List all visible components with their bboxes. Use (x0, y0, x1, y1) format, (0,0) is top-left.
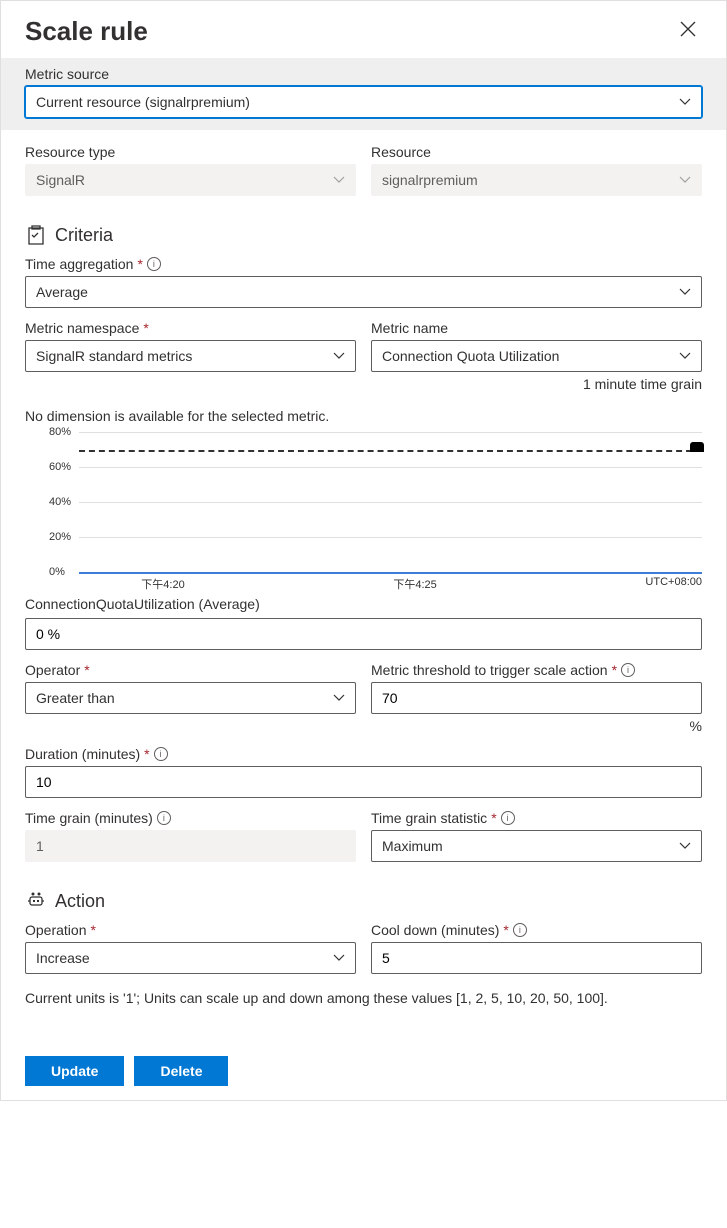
threshold-unit: % (371, 718, 702, 734)
action-heading: Action (25, 890, 702, 912)
no-dimension-message: No dimension is available for the select… (25, 408, 702, 424)
info-icon[interactable]: i (513, 923, 527, 937)
resource-type-select: SignalR (25, 164, 356, 196)
cooldown-input[interactable] (371, 942, 702, 974)
metric-source-select[interactable]: Current resource (signalrpremium) (25, 86, 702, 118)
chart-caption: ConnectionQuotaUtilization (Average) (25, 596, 702, 612)
timegrain-stat-label: Time grain statistic* i (371, 810, 702, 826)
timegrain-stat-select[interactable]: Maximum (371, 830, 702, 862)
timegrain-input (25, 830, 356, 862)
chart-current-value[interactable] (25, 618, 702, 650)
chevron-down-icon (679, 840, 691, 852)
metric-namespace-value: SignalR standard metrics (36, 348, 192, 364)
operation-value: Increase (36, 950, 90, 966)
resource-type-value: SignalR (36, 172, 85, 188)
chevron-down-icon (679, 174, 691, 186)
action-icon (25, 890, 47, 912)
info-icon[interactable]: i (154, 747, 168, 761)
threshold-label: Metric threshold to trigger scale action… (371, 662, 702, 678)
resource-name-label: Resource (371, 144, 702, 160)
cooldown-label: Cool down (minutes)* i (371, 922, 702, 938)
criteria-heading: Criteria (25, 224, 702, 246)
chevron-down-icon (333, 350, 345, 362)
resource-name-select: signalrpremium (371, 164, 702, 196)
info-icon[interactable]: i (621, 663, 635, 677)
metric-name-label: Metric name (371, 320, 702, 336)
resource-name-value: signalrpremium (382, 172, 478, 188)
metric-source-label: Metric source (25, 66, 702, 82)
threshold-handle[interactable] (690, 442, 704, 452)
time-aggregation-select[interactable]: Average (25, 276, 702, 308)
threshold-line (79, 450, 702, 452)
metric-name-value: Connection Quota Utilization (382, 348, 559, 364)
metric-chart: 80% 60% 40% 20% 0% 下午4:20 下午4:25 UTC+08:… (49, 432, 702, 592)
chevron-down-icon (679, 286, 691, 298)
update-button[interactable]: Update (25, 1056, 124, 1086)
panel-title: Scale rule (25, 16, 148, 47)
time-grain-hint: 1 minute time grain (371, 376, 702, 392)
chevron-down-icon (333, 952, 345, 964)
time-aggregation-label: Time aggregation* i (25, 256, 702, 272)
metric-namespace-label: Metric namespace* (25, 320, 356, 336)
data-series-line (79, 572, 702, 574)
metric-name-select[interactable]: Connection Quota Utilization (371, 340, 702, 372)
info-icon[interactable]: i (157, 811, 171, 825)
threshold-input[interactable] (371, 682, 702, 714)
delete-button[interactable]: Delete (134, 1056, 228, 1086)
duration-input[interactable] (25, 766, 702, 798)
chevron-down-icon (333, 174, 345, 186)
resource-type-label: Resource type (25, 144, 356, 160)
metric-source-value: Current resource (signalrpremium) (36, 94, 250, 110)
operation-label: Operation* (25, 922, 356, 938)
timegrain-stat-value: Maximum (382, 838, 443, 854)
chevron-down-icon (333, 692, 345, 704)
criteria-icon (25, 224, 47, 246)
chevron-down-icon (679, 350, 691, 362)
operation-select[interactable]: Increase (25, 942, 356, 974)
info-icon[interactable]: i (501, 811, 515, 825)
duration-label: Duration (minutes)* i (25, 746, 702, 762)
metric-namespace-select[interactable]: SignalR standard metrics (25, 340, 356, 372)
operator-value: Greater than (36, 690, 115, 706)
operator-label: Operator* (25, 662, 356, 678)
timegrain-label: Time grain (minutes) i (25, 810, 356, 826)
time-aggregation-value: Average (36, 284, 88, 300)
info-icon[interactable]: i (147, 257, 161, 271)
chevron-down-icon (679, 96, 691, 108)
operator-select[interactable]: Greater than (25, 682, 356, 714)
units-message: Current units is '1'; Units can scale up… (25, 990, 702, 1006)
close-icon[interactable] (674, 15, 702, 48)
